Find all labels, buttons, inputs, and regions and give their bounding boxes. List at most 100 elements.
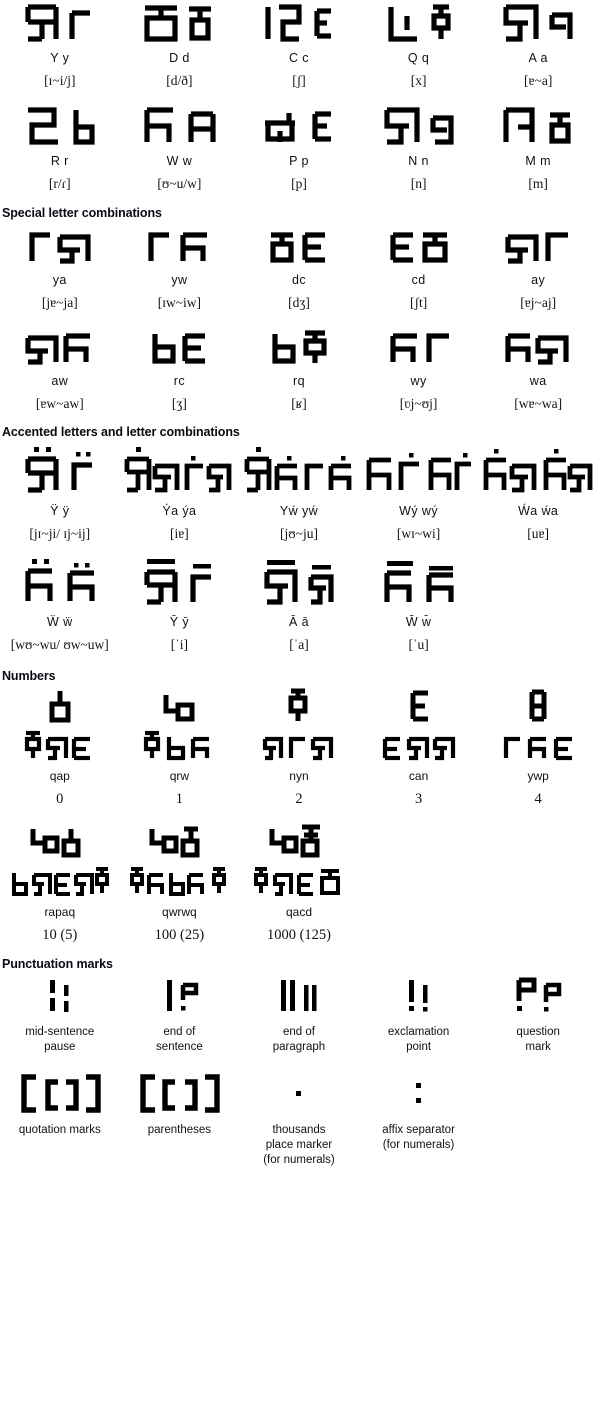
glyph-yy — [20, 0, 100, 46]
letter-latin: D d — [169, 51, 190, 65]
letter-ipa: [ʃ] — [292, 73, 306, 88]
glyph-yw-acute — [243, 441, 355, 499]
letter-ipa: [d/ð] — [166, 73, 193, 88]
punctuation-label: thousands place marker (for numerals) — [263, 1124, 335, 1166]
number-value: 1000 (125) — [266, 927, 331, 943]
combo-ipa: [ʁ] — [291, 396, 307, 411]
letter-cell: N n [n] — [359, 103, 479, 192]
number-cell: rapaq 10 (5) — [0, 821, 120, 943]
glyph-yw — [139, 222, 219, 268]
number-value: 0 — [56, 791, 64, 807]
accented-cell: Ẅ ẅ [wʊ~wu/ ʊw~uw] — [0, 552, 120, 653]
accented-ipa: [ˈi] — [170, 637, 189, 652]
letter-latin: Q q — [407, 51, 430, 65]
glyph-wa — [498, 323, 578, 369]
punctuation-label: mid-sentence pause — [25, 1026, 95, 1053]
glyph-rc — [139, 323, 219, 369]
glyph-quotation-marks — [14, 1071, 106, 1117]
combo-cell: rq [ʁ] — [239, 323, 359, 412]
combo-cell: wa [wɐ~wa] — [478, 323, 598, 412]
letter-latin: C c — [289, 51, 309, 65]
glyph-ww — [139, 103, 219, 149]
accented-ipa: [jʊ~ju] — [280, 526, 318, 541]
punctuation-cell: end of paragraph — [239, 973, 359, 1055]
combo-ipa: [ɐw~aw] — [35, 396, 84, 411]
glyph-numeral-1 — [154, 685, 204, 729]
glyph-cc — [259, 0, 339, 46]
glyph-ay — [498, 222, 578, 268]
letter-cell: C c [ʃ] — [239, 0, 359, 89]
accented-latin: Yẃ yẃ — [279, 504, 319, 518]
accented-latin: Ȳ ȳ — [169, 615, 190, 629]
punctuation-cell: end of sentence — [120, 973, 240, 1055]
letter-cell: W w [ʊ~u/w] — [120, 103, 240, 192]
combo-latin: yw — [171, 273, 188, 287]
accented-latin: Ẅ ẅ — [47, 615, 73, 629]
combo-cell: yw [ɪw~iw] — [120, 222, 240, 311]
punctuation-cell: mid-sentence pause — [0, 973, 120, 1055]
glyph-exclamation-point — [394, 973, 444, 1019]
glyph-aw — [20, 323, 100, 369]
glyph-dd — [139, 0, 219, 46]
glyph-dc — [259, 222, 339, 268]
glyph-numeral-100 — [144, 821, 214, 865]
glyph-y-diaeresis — [18, 441, 102, 499]
number-cell: nyn 2 — [239, 685, 359, 807]
accented-cell: Yẃ yẃ [jʊ~ju] — [239, 441, 359, 542]
punctuation-label: end of sentence — [156, 1026, 203, 1053]
letter-latin: Y y — [50, 51, 70, 65]
combo-ipa: [dʒ] — [288, 295, 310, 310]
letter-latin: P p — [289, 154, 309, 168]
punctuation-label: exclamation point — [387, 1026, 450, 1053]
glyph-w-macron — [377, 552, 461, 610]
glyph-numword-qrw — [141, 729, 217, 763]
letter-ipa: [x] — [410, 73, 427, 88]
letter-latin: W w — [166, 154, 193, 168]
section-letters: Y y [ɪ~i/j] D d [d/ð] C c [ʃ] Q q [x] A … — [0, 0, 598, 192]
glyph-numeral-0 — [35, 685, 85, 729]
number-cell: can 3 — [359, 685, 479, 807]
glyph-wy — [379, 323, 459, 369]
number-translit: can — [408, 769, 429, 783]
number-value: 100 (25) — [154, 927, 205, 943]
combo-ipa: [wɐ~wa] — [514, 396, 563, 411]
accented-ipa: [jɪ~ji/ ɪj~ij] — [29, 526, 91, 541]
glyph-wa-acute — [482, 441, 594, 499]
combo-cell: rc [ʒ] — [120, 323, 240, 412]
accented-ipa: [iɐ] — [170, 526, 189, 541]
combo-ipa: [ʋj~ʊj] — [399, 396, 438, 411]
section-heading-numbers: Numbers — [2, 669, 56, 683]
letter-cell: M m [m] — [478, 103, 598, 192]
accented-cell: Wý wý [wɪ~wi] — [359, 441, 479, 542]
number-translit: qrw — [169, 769, 190, 783]
number-cell-empty — [478, 821, 598, 913]
number-value: 10 (5) — [42, 927, 78, 943]
combo-cell: cd [ʃt] — [359, 222, 479, 311]
punctuation-cell: parentheses — [120, 1071, 240, 1138]
combo-ipa: [ɐj~aj] — [520, 295, 557, 310]
glyph-numword-qwrwq — [129, 865, 229, 899]
accented-row-1: Ÿ ÿ [jɪ~ji/ ɪj~ij] Ýa ýa [iɐ] Yẃ yẃ [jʊ~… — [0, 441, 598, 542]
accented-ipa: [ˈu] — [408, 637, 429, 652]
letter-ipa: [ɪ~i/j] — [44, 73, 76, 88]
letter-latin: A a — [528, 51, 548, 65]
letter-cell: R r [r/ɾ] — [0, 103, 120, 192]
number-value: 2 — [295, 791, 303, 807]
combo-latin: aw — [51, 374, 69, 388]
punctuation-cell: question mark — [478, 973, 598, 1055]
glyph-rr — [20, 103, 100, 149]
combo-cell: dc [dʒ] — [239, 222, 359, 311]
punctuation-label: end of paragraph — [272, 1026, 326, 1053]
number-value: 1 — [175, 791, 184, 807]
number-translit: nyn — [289, 769, 309, 783]
glyph-numeral-2 — [274, 685, 324, 729]
glyph-ya — [20, 222, 100, 268]
accented-latin: Ẃa ẃa — [518, 504, 559, 518]
glyph-end-of-sentence — [154, 973, 204, 1019]
combo-latin: cd — [411, 273, 426, 287]
letters-row-2: R r [r/ɾ] W w [ʊ~u/w] P p [p] N n [n] M … — [0, 103, 598, 192]
glyph-numeral-1000 — [264, 821, 334, 865]
number-translit: qacd — [285, 905, 312, 919]
accented-ipa: [wʊ~wu/ ʊw~uw] — [10, 637, 109, 652]
accented-cell-empty — [478, 552, 598, 622]
